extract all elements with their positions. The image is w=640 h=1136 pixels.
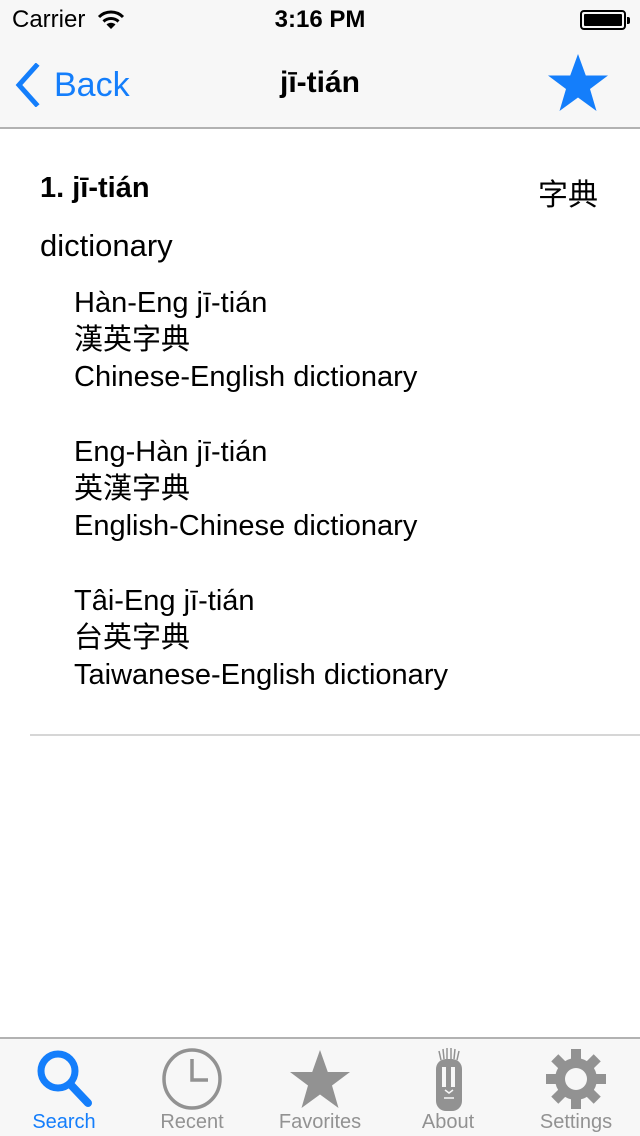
tab-label: Search [32,1111,96,1133]
example-translation: Taiwanese-English dictionary [74,659,448,691]
entry-definition: dictionary [40,228,173,263]
tab-recent[interactable]: Recent [128,1039,256,1136]
example-hanzi: 台英字典 [74,622,191,654]
example-hanzi: 英漢字典 [74,473,191,505]
tab-label: Settings [539,1111,613,1133]
example-list: Hàn-Eng jī-tián 漢英字典 Chinese-English dic… [74,285,448,732]
star-icon [548,54,608,111]
navigation-bar: Back jī-tián [0,40,640,128]
favorite-star-button[interactable] [546,52,610,114]
status-bar: Carrier 3:16 PM [0,0,640,40]
tab-bar: Search Recent Favorites About Settings [0,1037,640,1136]
battery-nub [627,17,630,24]
battery-icon [580,10,630,30]
tab-about[interactable]: About [384,1039,512,1136]
example-translation: English-Chinese dictionary [74,510,418,542]
top-bar: Carrier 3:16 PM Back jī-tián [0,0,640,129]
gear-icon [546,1049,606,1109]
example-romanization: Eng-Hàn jī-tián [74,436,268,468]
battery-fill [584,14,622,26]
example-item: Eng-Hàn jī-tián 英漢字典 English-Chinese dic… [74,434,448,545]
entry-hanzi: 字典 [538,179,598,212]
star-icon [290,1050,350,1108]
tab-settings[interactable]: Settings [512,1039,640,1136]
tab-label: Favorites [278,1111,362,1133]
tiki-mask-icon [436,1048,462,1111]
tab-label: About [421,1111,475,1133]
tab-search[interactable]: Search [0,1039,128,1136]
clock-icon [162,1048,222,1110]
tab-label: Recent [160,1111,224,1133]
example-translation: Chinese-English dictionary [74,361,418,393]
example-romanization: Hàn-Eng jī-tián [74,287,268,319]
example-item: Tâi-Eng jī-tián 台英字典 Taiwanese-English d… [74,583,448,694]
example-item: Hàn-Eng jī-tián 漢英字典 Chinese-English dic… [74,285,448,396]
page-title: jī-tián [280,66,360,99]
status-time: 3:16 PM [274,6,366,33]
search-icon [37,1050,92,1107]
tab-favorites[interactable]: Favorites [256,1039,384,1136]
example-hanzi: 漢英字典 [74,324,191,356]
entry-divider [30,734,640,736]
example-romanization: Tâi-Eng jī-tián [74,585,255,617]
entry-heading: 1. jī-tián [40,172,150,204]
